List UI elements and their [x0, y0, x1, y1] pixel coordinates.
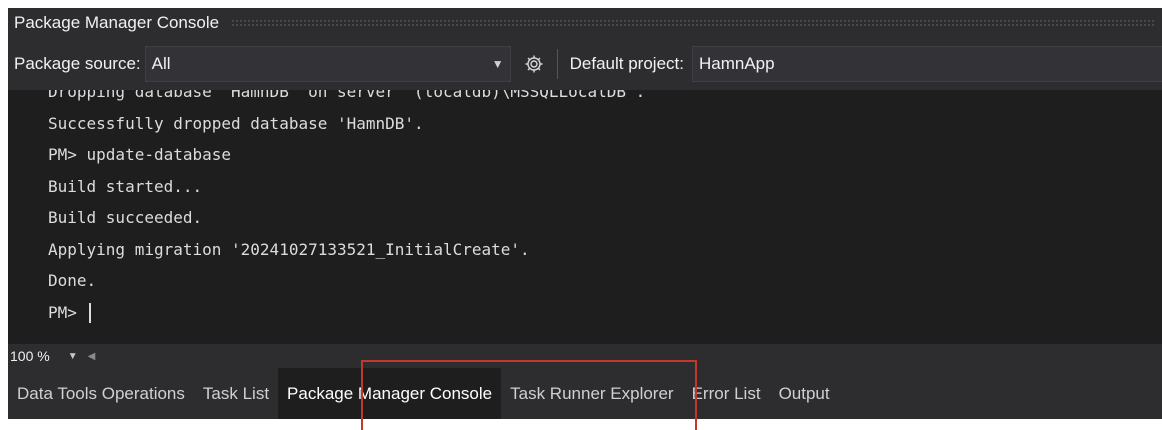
tab-task-runner-explorer[interactable]: Task Runner Explorer: [501, 368, 682, 419]
default-project-dropdown[interactable]: HamnApp: [691, 46, 1162, 82]
console-line: Done.: [48, 271, 97, 290]
console-line: Successfully dropped database 'HamnDB'.: [48, 113, 424, 133]
window-title: Package Manager Console: [14, 13, 220, 32]
console-line: Build succeeded.: [48, 208, 203, 227]
tab-package-manager-console[interactable]: Package Manager Console: [278, 368, 502, 419]
zoom-bar: 100 % ▼ ◀: [8, 344, 1162, 368]
tab-task-list[interactable]: Task List: [194, 368, 278, 419]
settings-gear-icon[interactable]: [519, 46, 549, 82]
title-grip[interactable]: [231, 19, 1156, 27]
console-prompt: PM>: [48, 302, 87, 322]
console-line: Applying migration '20241027133521_Initi…: [48, 239, 530, 259]
tab-data-tools-operations[interactable]: Data Tools Operations: [8, 368, 194, 419]
console-toolbar: Package source: All ▼ Default project: H…: [8, 38, 1162, 90]
zoom-dropdown-icon[interactable]: ▼: [68, 351, 78, 362]
console-prompt-line[interactable]: PM>: [48, 297, 645, 329]
title-bar[interactable]: Package Manager Console: [8, 8, 1162, 38]
console-output[interactable]: Dropping database 'HamnDB' on server '(l…: [8, 90, 1162, 344]
console-line: PM> update-database: [48, 145, 232, 164]
console-lines: Dropping database 'HamnDB' on server '(l…: [48, 90, 645, 328]
package-manager-console-window: Package Manager Console Package source: …: [0, 0, 1162, 430]
console-line: Dropping database 'HamnDB' on server '(l…: [48, 90, 646, 101]
package-source-dropdown[interactable]: All ▼: [144, 46, 511, 82]
bottom-margin: [0, 419, 1162, 423]
chevron-down-icon[interactable]: ▼: [492, 57, 510, 71]
tab-output[interactable]: Output: [770, 368, 839, 419]
package-source-label: Package source:: [14, 54, 141, 73]
console-line: Build started...: [48, 176, 203, 196]
tab-error-list[interactable]: Error List: [683, 368, 770, 419]
tool-window-tabs: Data Tools Operations Task List Package …: [8, 368, 1162, 419]
zoom-level[interactable]: 100 %: [8, 348, 50, 364]
default-project-value: HamnApp: [698, 54, 775, 73]
scroll-left-icon[interactable]: ◀: [88, 351, 96, 362]
package-source-value: All: [151, 54, 171, 73]
toolbar-separator: [556, 49, 558, 79]
text-caret: [88, 303, 91, 323]
default-project-label: Default project:: [569, 54, 684, 73]
